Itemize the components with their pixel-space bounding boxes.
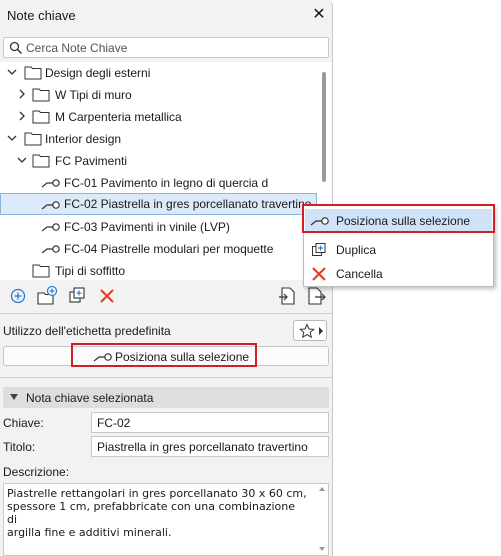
- tree-item-label: M Carpenteria metallica: [55, 110, 182, 124]
- menu-item-duplicate[interactable]: Duplica: [305, 238, 492, 262]
- highlight-box: [71, 343, 257, 367]
- chevron-right-icon[interactable]: [17, 111, 27, 121]
- tree-item-tipi-muro[interactable]: W Tipi di muro: [0, 84, 317, 106]
- selected-keynote-section-header[interactable]: Nota chiave selezionata: [3, 387, 329, 408]
- folder-icon: [32, 264, 50, 278]
- import-icon[interactable]: [276, 285, 298, 307]
- description-field[interactable]: Piastrelle rettangolari in gres porcella…: [3, 483, 329, 556]
- collapse-triangle-icon[interactable]: [10, 394, 18, 400]
- keynote-label-icon: [41, 223, 60, 232]
- tree-item-interior-design[interactable]: Interior design: [0, 128, 317, 150]
- chevron-down-icon[interactable]: [17, 155, 27, 165]
- default-label-title: Utilizzo dell'etichetta predefinita: [3, 324, 171, 338]
- highlight-box: [302, 204, 495, 233]
- tree-item-carpenteria[interactable]: M Carpenteria metallica: [0, 106, 317, 128]
- tree-item-label: Tipi di soffitto: [55, 264, 126, 278]
- search-input[interactable]: [26, 39, 324, 56]
- chevron-down-icon[interactable]: [7, 67, 17, 77]
- menu-item-delete[interactable]: Cancella: [305, 262, 492, 286]
- title-value: Piastrella in gres porcellanato traverti…: [97, 440, 308, 454]
- tree-item-label: FC-02 Piastrella in gres porcellanato tr…: [64, 197, 312, 211]
- keynote-label-icon: [41, 179, 60, 188]
- delete-x-icon: [312, 267, 326, 281]
- chevron-right-icon: [319, 327, 323, 335]
- tree-item-fc04[interactable]: FC-04 Piastrelle modulari per moquette: [0, 238, 317, 260]
- panel-titlebar: Note chiave ✕: [0, 0, 332, 30]
- duplicate-icon[interactable]: [66, 285, 88, 307]
- tree-item-label: W Tipi di muro: [55, 88, 132, 102]
- tree-item-fc03[interactable]: FC-03 Pavimenti in vinile (LVP): [0, 216, 317, 238]
- keynotes-panel: Note chiave ✕ Design degli esterni W Tip…: [0, 0, 333, 556]
- folder-icon: [24, 132, 42, 146]
- add-keynote-icon[interactable]: [7, 285, 29, 307]
- title-label: Titolo:: [3, 440, 36, 454]
- folder-icon: [32, 154, 50, 168]
- section-title: Nota chiave selezionata: [26, 391, 154, 405]
- tree-item-design-esterni[interactable]: Design degli esterni: [0, 62, 317, 84]
- key-label: Chiave:: [3, 416, 44, 430]
- tree-scrollbar[interactable]: [322, 72, 326, 182]
- delete-x-icon[interactable]: [96, 285, 118, 307]
- title-field[interactable]: Piastrella in gres porcellanato traverti…: [91, 436, 329, 457]
- tree-item-label: FC-03 Pavimenti in vinile (LVP): [64, 220, 230, 234]
- description-value: Piastrelle rettangolari in gres porcella…: [7, 487, 307, 539]
- key-value: FC-02: [97, 416, 131, 430]
- tree-item-label: FC-04 Piastrelle modulari per moquette: [64, 242, 274, 256]
- search-box[interactable]: [3, 37, 329, 58]
- chevron-down-icon[interactable]: [7, 133, 17, 143]
- menu-item-label: Cancella: [336, 267, 383, 281]
- tree-item-pavimenti[interactable]: FC Pavimenti: [0, 150, 317, 172]
- add-folder-icon[interactable]: [36, 285, 58, 307]
- keynote-label-icon: [41, 201, 60, 210]
- star-icon: [299, 323, 315, 339]
- chevron-right-icon[interactable]: [17, 89, 27, 99]
- description-label: Descrizione:: [3, 465, 70, 479]
- export-icon[interactable]: [305, 285, 327, 307]
- close-icon[interactable]: ✕: [309, 5, 329, 25]
- duplicate-icon: [312, 243, 326, 256]
- divider: [0, 313, 332, 314]
- keynote-toolbar: [0, 282, 332, 310]
- tree-item-fc02[interactable]: FC-02 Piastrella in gres porcellanato tr…: [0, 193, 317, 215]
- tree-item-label: FC Pavimenti: [55, 154, 128, 168]
- keynote-label-icon: [41, 245, 60, 254]
- tree-item-soffitto[interactable]: Tipi di soffitto: [0, 260, 317, 280]
- key-field[interactable]: FC-02: [91, 412, 329, 433]
- divider: [0, 377, 332, 378]
- folder-icon: [32, 88, 50, 102]
- keynote-tree: Design degli esterni W Tipi di muro M Ca…: [0, 62, 332, 280]
- menu-item-label: Duplica: [336, 243, 377, 257]
- tree-item-label: Interior design: [45, 132, 122, 146]
- folder-icon: [32, 110, 50, 124]
- tree-item-label: Design degli esterni: [45, 66, 151, 80]
- folder-icon: [24, 66, 42, 80]
- scroll-arrows-icon[interactable]: [318, 486, 326, 552]
- favorites-button[interactable]: [293, 320, 327, 341]
- search-icon: [9, 41, 23, 55]
- tree-item-fc01[interactable]: FC-01 Pavimento in legno di quercia d: [0, 172, 317, 194]
- tree-item-label: FC-01 Pavimento in legno di quercia d: [64, 176, 269, 190]
- panel-title: Note chiave: [7, 8, 76, 23]
